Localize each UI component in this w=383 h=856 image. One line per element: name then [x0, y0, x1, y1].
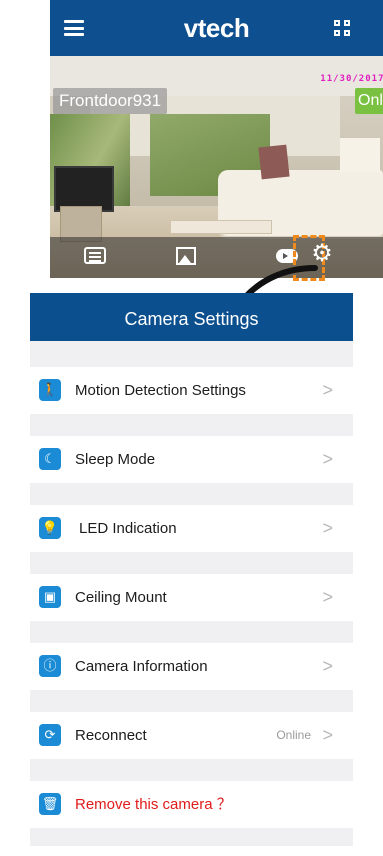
- row-label: Reconnect: [75, 727, 147, 744]
- motion-icon: 🚶: [39, 379, 61, 401]
- chevron-right-icon: >: [322, 380, 333, 400]
- list-item-ceiling-mount[interactable]: ▣ Ceiling Mount >: [30, 574, 353, 621]
- camera-name-label: Frontdoor931: [53, 88, 168, 114]
- chevron-right-icon: >: [322, 656, 333, 676]
- chevron-right-icon: >: [322, 587, 333, 607]
- trash-icon: 🗑: [39, 793, 61, 815]
- chevron-right-icon: >: [322, 449, 333, 469]
- status-badge: Onl: [355, 88, 383, 114]
- row-label: Remove this camera ？: [75, 796, 232, 813]
- settings-list: 🚶 Motion Detection Settings > ☾ Sleep Mo…: [30, 367, 353, 850]
- remove-camera-button[interactable]: 🗑 Remove this camera ？: [30, 781, 353, 828]
- camera-view-screen: vtech Frontdoor931 11/30/2017 03:15 Onl: [50, 0, 383, 278]
- bottom-bar: [30, 846, 353, 856]
- led-icon: 💡: [39, 517, 61, 539]
- row-label: Sleep Mode: [75, 451, 156, 468]
- camera-timestamp: 11/30/2017 03:15: [320, 74, 383, 84]
- row-label: Ceiling Mount: [75, 589, 167, 606]
- chevron-right-icon: >: [322, 518, 333, 538]
- grid-icon[interactable]: [334, 20, 352, 38]
- list-item-reconnect[interactable]: ⟳ Reconnect Online >: [30, 712, 353, 759]
- row-label: Camera Information: [75, 658, 208, 675]
- info-icon: ⓘ: [39, 655, 61, 677]
- top-app-bar: vtech: [50, 0, 383, 56]
- sleep-icon: ☾: [39, 448, 61, 470]
- camera-settings-screen: Camera Settings 🚶 Motion Detection Setti…: [30, 293, 353, 856]
- page-title: Camera Settings: [30, 293, 353, 341]
- connection-status: Online: [276, 728, 311, 742]
- row-label: LED Indication: [79, 520, 177, 537]
- reconnect-icon: ⟳: [39, 724, 61, 746]
- list-item-sleep-mode[interactable]: ☾ Sleep Mode >: [30, 436, 353, 483]
- gallery-icon[interactable]: [172, 247, 200, 266]
- ceiling-mount-icon: ▣: [39, 586, 61, 608]
- list-icon[interactable]: [84, 247, 106, 264]
- list-item-motion-detection[interactable]: 🚶 Motion Detection Settings >: [30, 367, 353, 414]
- list-item-camera-information[interactable]: ⓘ Camera Information >: [30, 643, 353, 690]
- list-item-led-indication[interactable]: 💡 LED Indication >: [30, 505, 353, 552]
- row-label: Motion Detection Settings: [75, 382, 246, 399]
- chevron-right-icon: >: [322, 725, 333, 745]
